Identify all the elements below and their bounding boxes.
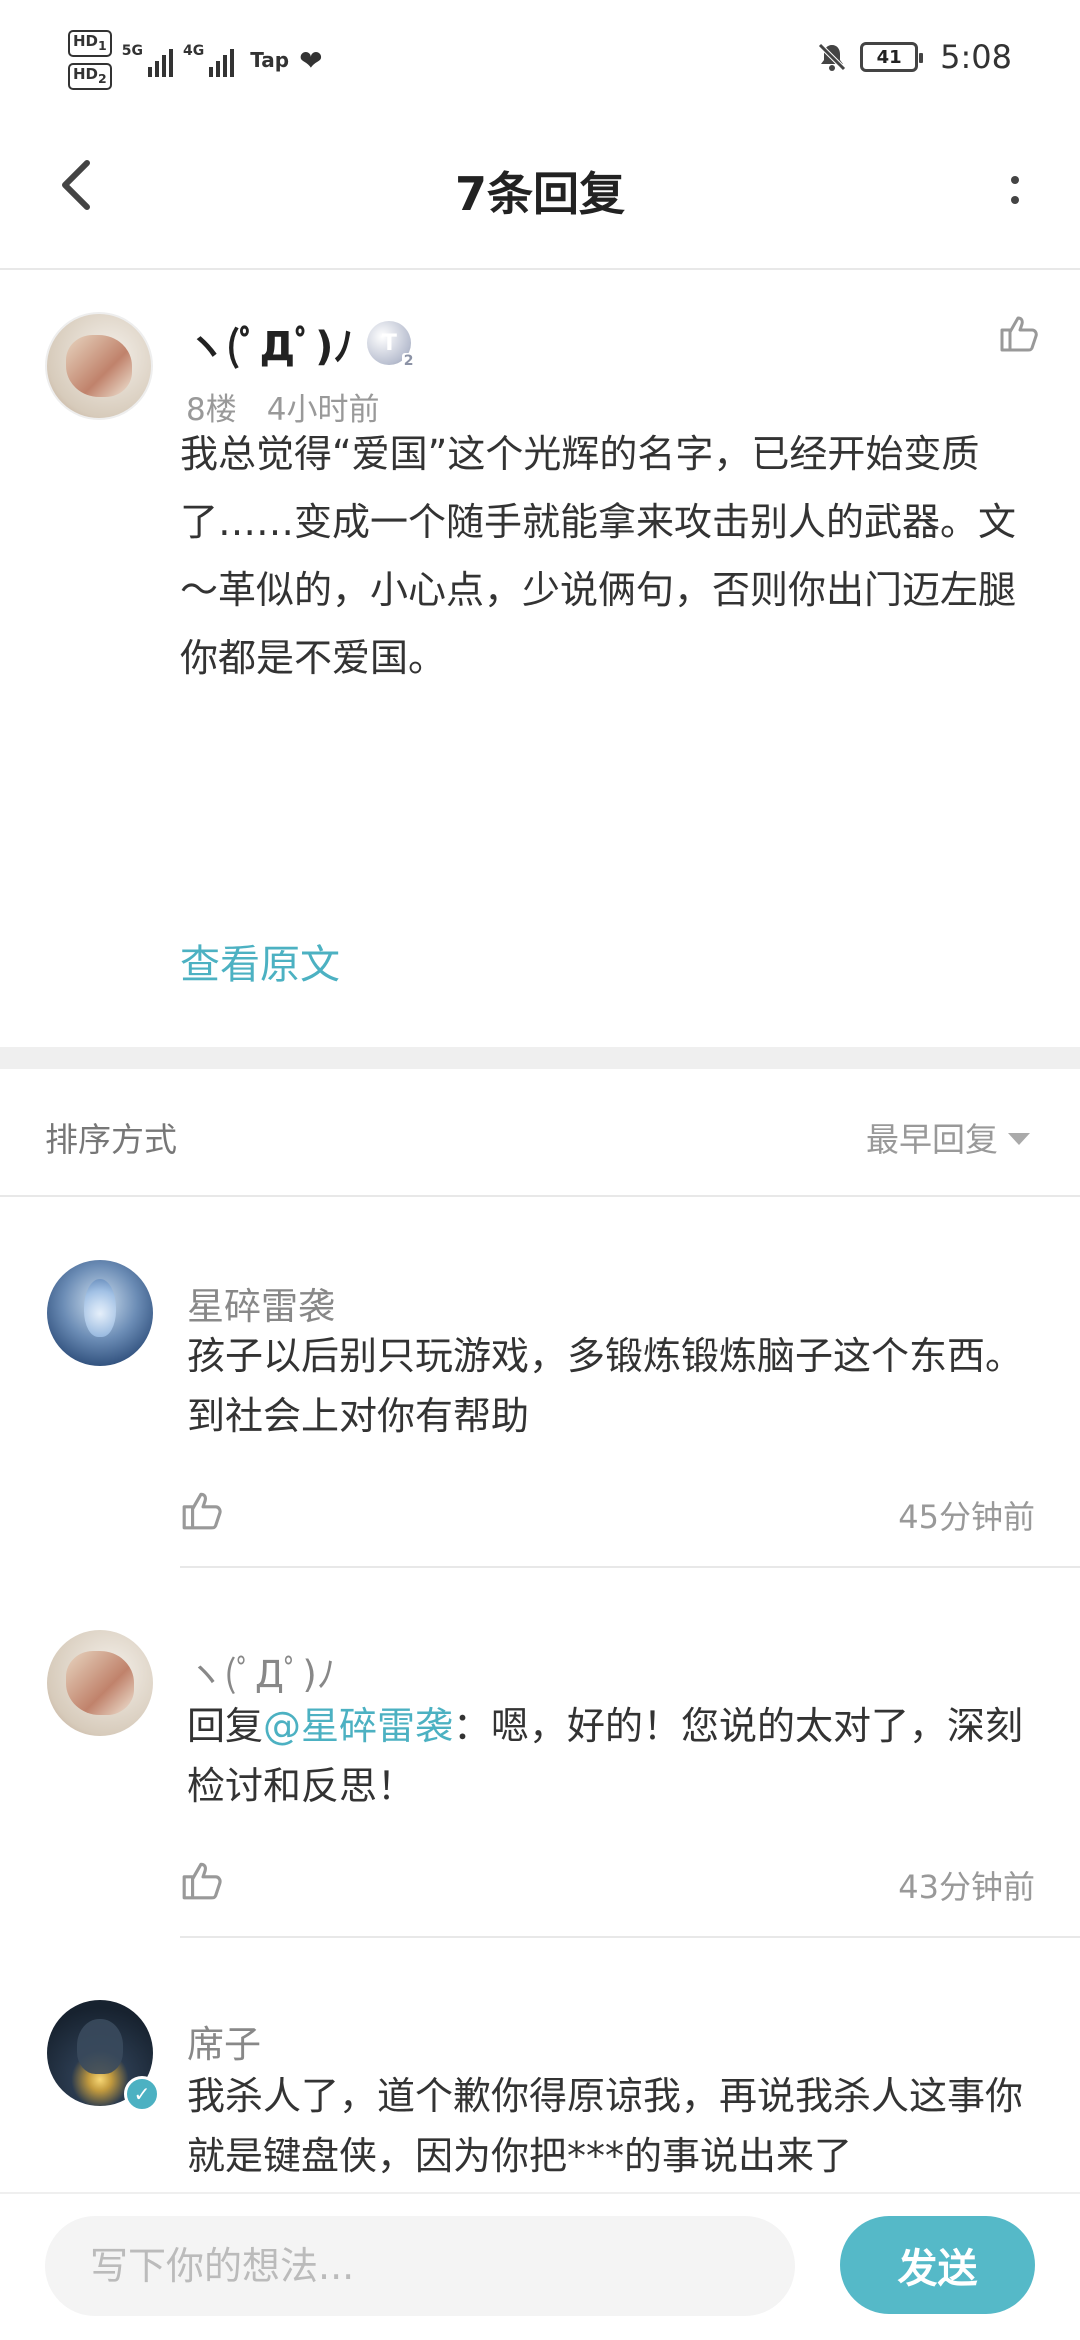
- post-content: 我总觉得“爱国”这个光辉的名字，已经开始变质了……变成一个随手就能拿来攻击别人的…: [180, 432, 1017, 680]
- reply-username[interactable]: ヽ(ﾟДﾟ)ﾉ: [187, 1644, 335, 1698]
- post-like-button[interactable]: [998, 312, 1040, 358]
- verified-icon: ✓: [124, 2076, 160, 2112]
- comment-bar: 发送: [0, 2192, 1080, 2340]
- page-title: 7条回复: [454, 167, 625, 221]
- mute-bell-icon: [818, 43, 846, 71]
- more-icon: [1011, 176, 1019, 184]
- thumbs-up-icon: [182, 1862, 222, 1900]
- post-avatar[interactable]: [45, 312, 153, 420]
- reply-time: 45分钟前: [898, 1498, 1035, 1536]
- reply-like-button[interactable]: [180, 1488, 224, 1536]
- reply-separator: [180, 1936, 1080, 1938]
- signal-icon: 5G: [122, 43, 173, 77]
- reply-separator: [180, 1566, 1080, 1568]
- dropdown-arrow-icon: [1008, 1133, 1030, 1145]
- reply-prefix: 回复: [187, 1704, 264, 1748]
- original-post: ヽ(ﾟДﾟ)ﾉ T2 8楼 4小时前 我总觉得“爱国”这个光辉的名字，已经开始变质…: [0, 272, 1080, 1047]
- level-badge-icon: T2: [367, 321, 416, 369]
- reply-username[interactable]: 席子: [187, 2014, 261, 2068]
- mention-link[interactable]: @星碎雷袭: [263, 1704, 453, 1748]
- reply-like-button[interactable]: [180, 1858, 224, 1906]
- reply-time: 43分钟前: [898, 1868, 1035, 1906]
- reply-avatar[interactable]: [47, 1630, 153, 1736]
- thumbs-up-icon: [182, 1492, 222, 1530]
- reply-content: 孩子以后别只玩游戏，多锻炼锻炼脑子这个东西。到社会上对你有帮助: [187, 1334, 1024, 1438]
- sort-bar: 排序方式 最早回复: [0, 1069, 1080, 1197]
- reply-content: 我杀人了，道个歉你得原谅我，再说我杀人这事你就是键盘侠，因为你把***的事说出来…: [187, 2074, 1024, 2178]
- view-original-link[interactable]: 查看原文: [180, 932, 340, 990]
- post-username[interactable]: ヽ(ﾟДﾟ)ﾉ: [186, 314, 353, 372]
- sort-dropdown[interactable]: 最早回复: [866, 1113, 1030, 1161]
- section-divider: [0, 1047, 1080, 1069]
- hd-icon: HD1 HD2: [68, 30, 112, 90]
- post-user-row: ヽ(ﾟДﾟ)ﾉ T2: [186, 314, 416, 372]
- clock: 5:08: [940, 38, 1012, 76]
- reply-item: 星碎雷袭 孩子以后别只玩游戏，多锻炼锻炼脑子这个东西。到社会上对你有帮助 45分…: [0, 1200, 1080, 1570]
- reply-content: 回复@星碎雷袭：嗯，好的！您说的太对了，深刻检讨和反思！: [187, 1696, 1047, 1816]
- network-type-4g: 4G: [182, 43, 205, 59]
- status-left: HD1 HD2 5G 4G Tap ❤: [68, 30, 323, 90]
- reply-avatar[interactable]: [47, 1260, 153, 1366]
- hd1-chip: HD1: [68, 30, 112, 57]
- more-button[interactable]: [1000, 160, 1030, 220]
- header: 7条回复: [0, 110, 1080, 270]
- battery-icon: 41: [860, 42, 924, 72]
- sort-value: 最早回复: [866, 1120, 998, 1159]
- signal-icon-2: 4G: [182, 43, 235, 77]
- sort-label: 排序方式: [45, 1120, 177, 1159]
- send-button[interactable]: 发送: [840, 2216, 1035, 2314]
- network-type-5g: 5G: [121, 43, 143, 59]
- reply-item: ヽ(ﾟДﾟ)ﾉ 回复@星碎雷袭：嗯，好的！您说的太对了，深刻检讨和反思！ 43分…: [0, 1570, 1080, 1940]
- heart-pulse-icon: ❤: [299, 43, 323, 77]
- status-right: 41 5:08: [816, 38, 1012, 76]
- hd2-chip: HD2: [68, 63, 112, 90]
- reply-item: ✓ 席子 我杀人了，道个歉你得原谅我，再说我杀人这事你就是键盘侠，因为你把***…: [0, 1940, 1080, 2192]
- reply-username[interactable]: 星碎雷袭: [187, 1276, 335, 1330]
- status-bar: HD1 HD2 5G 4G Tap ❤ 41 5:08: [0, 0, 1080, 110]
- thumbs-up-icon: [1000, 316, 1038, 352]
- tap-app-label: Tap: [250, 48, 290, 72]
- comment-input[interactable]: [45, 2216, 795, 2316]
